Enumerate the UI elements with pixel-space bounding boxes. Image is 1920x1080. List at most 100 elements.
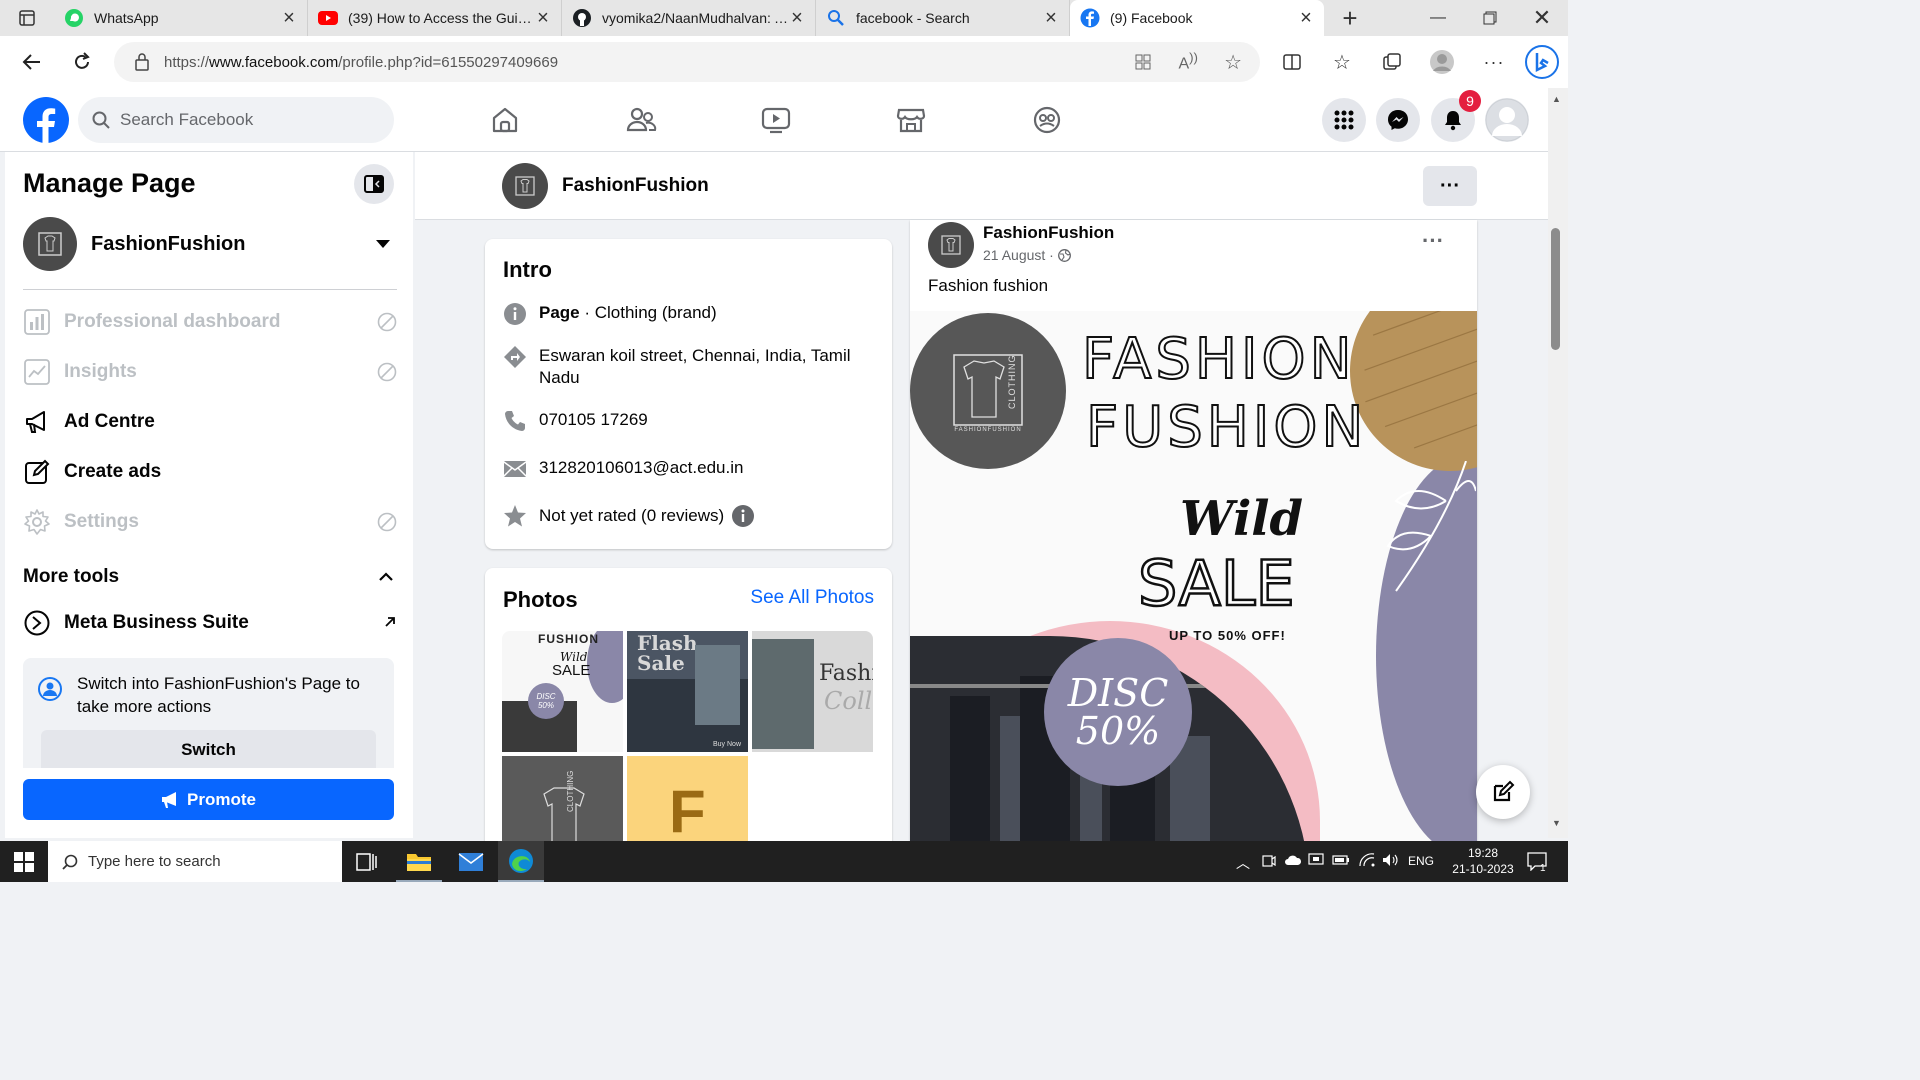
restore-icon[interactable] (1464, 0, 1516, 36)
url-field[interactable]: https://www.facebook.com/profile.php?id=… (114, 42, 1260, 82)
display-icon[interactable] (1308, 853, 1324, 867)
more-tools-header[interactable]: More tools (23, 564, 397, 590)
intro-rating: Not yet rated (0 reviews) (539, 506, 725, 525)
menu-grid-icon[interactable] (1322, 98, 1366, 142)
post-date[interactable]: 21 August · (983, 247, 1054, 263)
new-tab-icon[interactable]: + (1324, 0, 1376, 36)
sidebar-item-professional-dashboard[interactable]: Professional dashboard (23, 302, 397, 342)
url-path: /profile.php?id=61550297409669 (338, 53, 559, 71)
new-message-button[interactable] (1476, 765, 1530, 819)
post-image[interactable]: CLOTHING FASHIONFUSHION FASHION FUSHION … (910, 311, 1477, 850)
sidebar-item-settings[interactable]: Settings (23, 502, 397, 542)
tab-youtube[interactable]: (39) How to Access the Guided × (308, 0, 562, 36)
app-available-icon[interactable] (1134, 53, 1152, 71)
tab-whatsapp[interactable]: WhatsApp × (54, 0, 308, 36)
close-tab-icon[interactable]: × (1043, 7, 1059, 30)
favorites-icon[interactable]: ☆ (1320, 40, 1364, 84)
split-screen-icon[interactable] (1270, 40, 1314, 84)
minimize-icon[interactable]: — (1412, 0, 1464, 36)
facebook-logo-icon[interactable] (23, 97, 69, 143)
discount-text: DISC (1067, 671, 1169, 715)
sidebar-item-label: Create ads (64, 461, 162, 482)
post-more-icon[interactable]: ··· (1422, 228, 1444, 254)
intro-rating-row: Not yet rated (0 reviews) (503, 504, 755, 528)
file-explorer-icon[interactable] (396, 841, 442, 882)
collections-icon[interactable] (1370, 40, 1414, 84)
close-tab-icon[interactable]: × (281, 7, 297, 30)
sidebar-item-label: Meta Business Suite (64, 612, 249, 633)
collapse-sidebar-icon[interactable] (354, 164, 394, 204)
post-author-avatar[interactable] (928, 222, 974, 268)
windows-start-icon[interactable] (14, 852, 34, 872)
wild-text: Wild (1180, 491, 1304, 547)
page-more-button[interactable]: ··· (1423, 166, 1477, 206)
gaming-icon[interactable] (1031, 104, 1063, 136)
thumb-decoration (695, 645, 740, 725)
scroll-up-arrow-icon[interactable]: ▲ (1552, 94, 1561, 104)
star-icon (503, 504, 527, 528)
marketplace-icon[interactable] (895, 104, 927, 136)
volume-icon[interactable] (1382, 853, 1400, 867)
close-tab-icon[interactable]: × (535, 7, 551, 30)
friends-icon[interactable] (625, 104, 657, 136)
battery-icon[interactable] (1332, 854, 1350, 866)
wifi-icon[interactable] (1358, 853, 1376, 867)
page-scrollbar[interactable]: ▲ ▼ (1548, 88, 1568, 838)
facebook-search-field[interactable]: Search Facebook (78, 97, 394, 143)
tab-bing-search[interactable]: facebook - Search × (816, 0, 1070, 36)
meet-now-icon[interactable] (1262, 853, 1276, 869)
bing-copilot-icon[interactable] (1520, 40, 1564, 84)
messenger-icon[interactable] (1376, 98, 1420, 142)
see-all-photos-link[interactable]: See All Photos (750, 587, 874, 609)
page-switcher[interactable]: FashionFushion (23, 216, 397, 272)
taskbar-search-field[interactable]: Type here to search (48, 841, 342, 882)
favorite-star-icon[interactable]: ☆ (1224, 50, 1242, 75)
edge-browser-icon[interactable] (498, 841, 544, 882)
chevron-up-icon[interactable] (379, 572, 393, 582)
more-options-icon[interactable]: ··· (1472, 40, 1516, 84)
rating-info-icon[interactable] (732, 505, 755, 527)
refresh-icon[interactable] (60, 40, 104, 84)
youtube-icon (318, 8, 338, 28)
page-bar-title[interactable]: FashionFushion (562, 175, 709, 197)
sidebar-item-meta-business-suite[interactable]: Meta Business Suite (23, 603, 397, 643)
scrollbar-thumb[interactable] (1551, 228, 1560, 350)
page-avatar[interactable] (502, 163, 548, 209)
lock-icon[interactable] (134, 53, 150, 71)
photo-thumbnail[interactable]: Flash Sale Buy Now (627, 631, 748, 752)
sidebar-item-ad-centre[interactable]: Ad Centre (23, 402, 397, 442)
close-window-icon[interactable]: ✕ (1516, 0, 1568, 36)
account-avatar[interactable] (1485, 98, 1529, 142)
sidebar-item-create-ads[interactable]: Create ads (23, 452, 397, 492)
cloud-icon[interactable] (1284, 853, 1302, 867)
taskbar-clock[interactable]: 19:28 21-10-2023 (1446, 845, 1520, 877)
photo-thumbnail[interactable]: FUSHION Wild SALE DISC 50% (502, 631, 623, 752)
scroll-down-arrow-icon[interactable]: ▼ (1552, 818, 1561, 828)
post-author[interactable]: FashionFushion (983, 223, 1114, 243)
language-indicator[interactable]: ENG (1408, 854, 1434, 868)
close-tab-icon[interactable]: × (1298, 7, 1314, 30)
sidebar-item-label: Ad Centre (64, 411, 155, 432)
photo-thumbnail[interactable]: CLOTHING (502, 756, 623, 848)
headline-fushion: FUSHION (1085, 394, 1368, 461)
close-tab-icon[interactable]: × (789, 7, 805, 30)
tab-facebook[interactable]: (9) Facebook × (1070, 0, 1324, 36)
external-link-icon (383, 615, 397, 629)
tab-github[interactable]: vyomika2/NaanMudhalvan: Ac × (562, 0, 816, 36)
profile-avatar-icon[interactable] (1420, 40, 1464, 84)
sidebar-item-insights[interactable]: Insights (23, 352, 397, 392)
home-icon[interactable] (489, 104, 521, 136)
switch-button[interactable]: Switch (41, 730, 376, 768)
mail-icon[interactable] (448, 841, 494, 882)
promote-button[interactable]: Promote (23, 779, 394, 820)
photo-thumbnail[interactable]: Fashi Coll (752, 631, 873, 752)
task-view-icon[interactable] (356, 852, 378, 872)
photo-thumbnail[interactable]: F (627, 756, 748, 848)
tray-overflow-icon[interactable]: ︿ (1236, 853, 1250, 873)
caret-down-icon[interactable] (375, 239, 391, 249)
back-icon[interactable] (10, 40, 54, 84)
read-aloud-icon[interactable]: A)) (1178, 50, 1198, 73)
tab-actions-icon[interactable] (0, 0, 54, 36)
intro-address-line1: Eswaran koil street, Chennai, India, Tam… (539, 346, 851, 365)
video-icon[interactable] (760, 104, 792, 136)
